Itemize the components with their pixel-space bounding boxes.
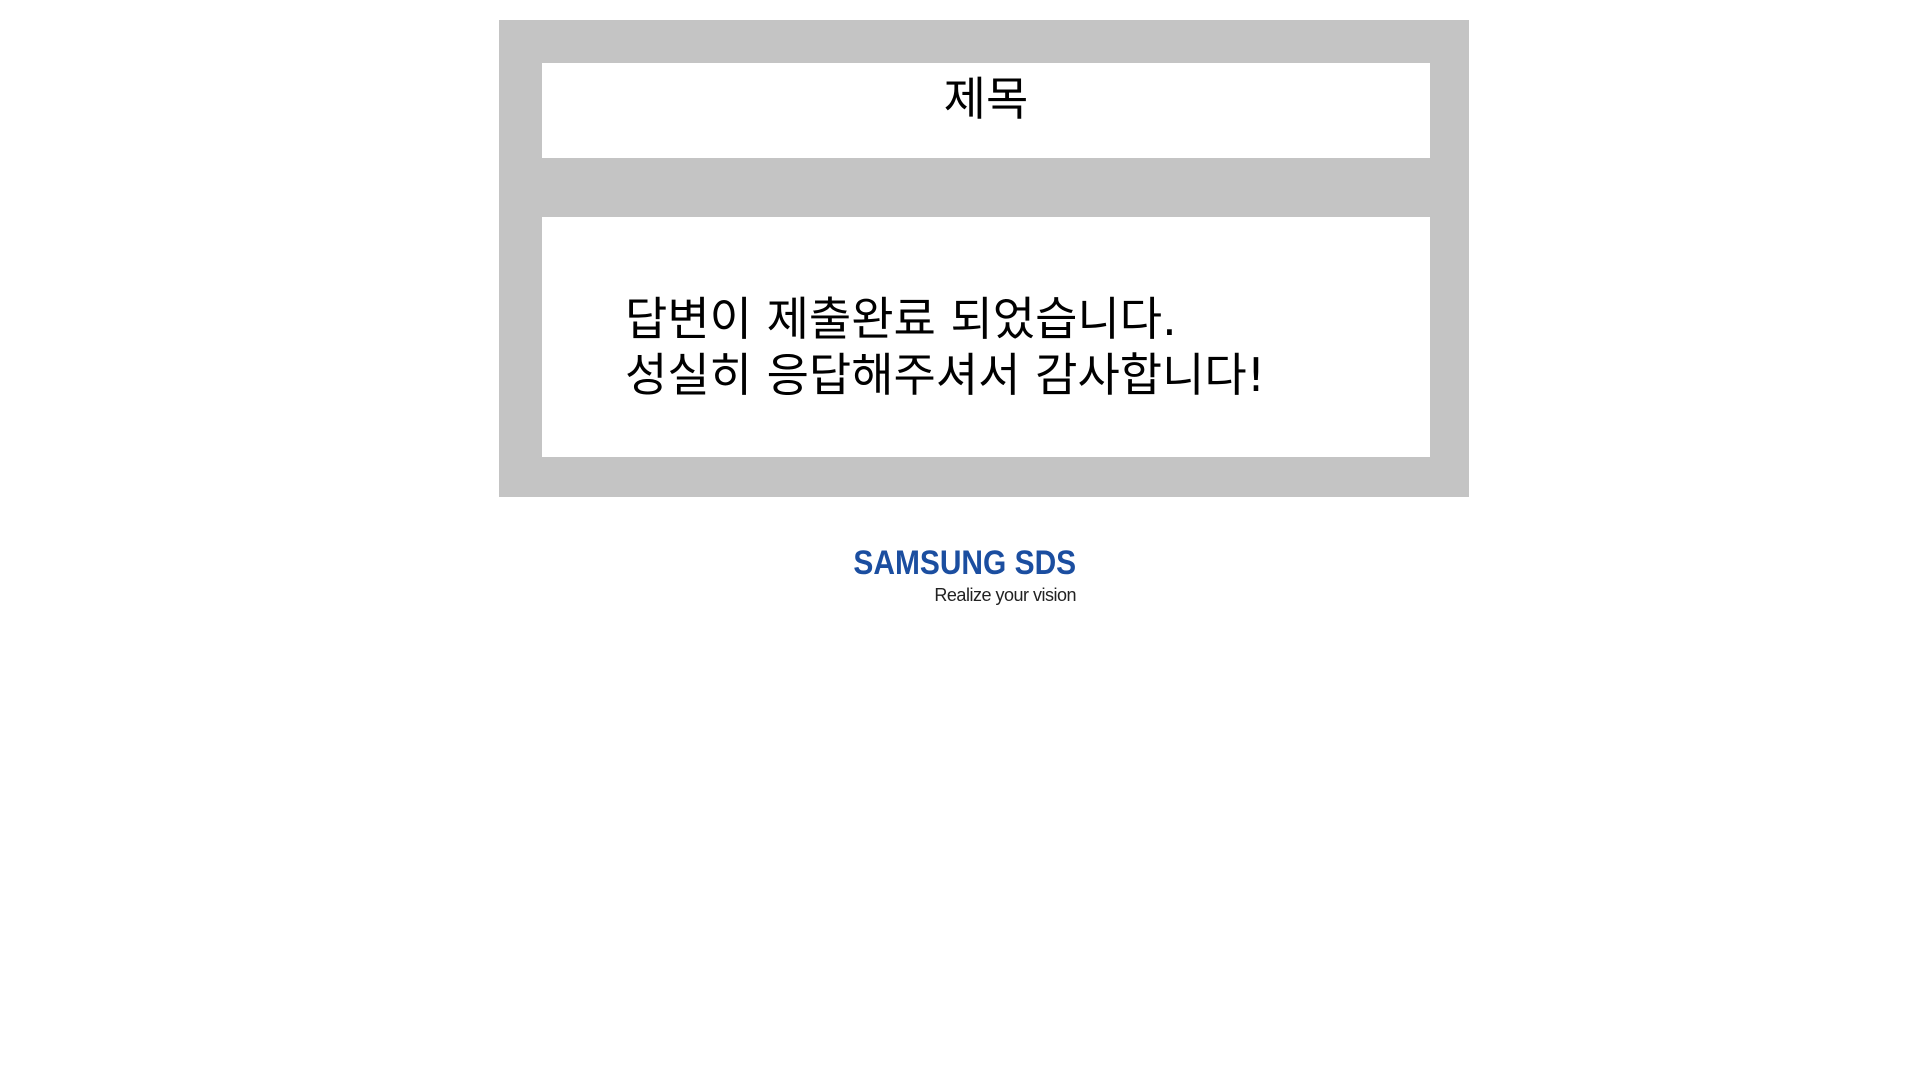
page-title: 제목 [943, 72, 1029, 126]
message-box: 답변이 제출완료 되었습니다. 성실히 응답해주셔서 감사합니다! [542, 217, 1430, 457]
completion-message: 답변이 제출완료 되었습니다. [625, 292, 1177, 346]
thank-you-message: 성실히 응답해주셔서 감사합니다! [625, 348, 1266, 402]
logo-brand-text: SAMSUNG SDS [853, 544, 1076, 582]
samsung-sds-logo: SAMSUNG SDS Realize your vision [853, 544, 1076, 610]
survey-complete-panel: 제목 답변이 제출완료 되었습니다. 성실히 응답해주셔서 감사합니다! [499, 20, 1469, 497]
title-box: 제목 [542, 63, 1430, 158]
logo-tagline: Realize your vision [934, 585, 1076, 605]
